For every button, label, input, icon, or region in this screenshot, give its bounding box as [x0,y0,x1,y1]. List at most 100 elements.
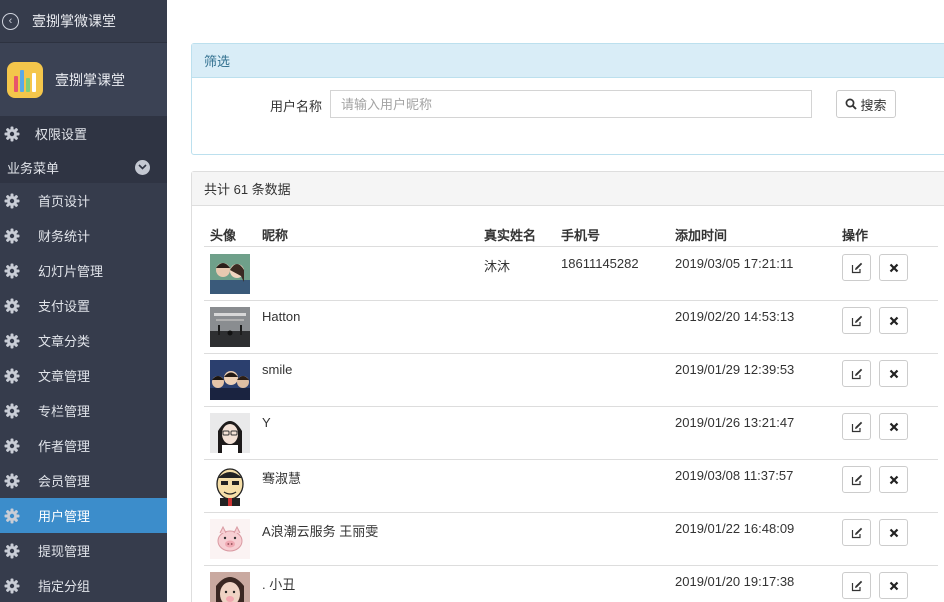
sidebar-item[interactable]: 文章管理 [0,358,167,393]
nickname-cell: 骞淑慧 [262,471,302,486]
edit-button[interactable] [842,466,871,493]
edit-button[interactable] [842,572,871,599]
gear-icon [4,543,20,559]
col-realname: 真实姓名 [484,228,537,243]
sidebar-item-label: 指定分组 [38,579,91,594]
close-icon [889,263,898,272]
gear-icon [4,298,20,314]
brand-name: 壹捌掌课堂 [55,71,125,88]
gear-icon [4,193,20,209]
realname-cell: 沐沐 [484,259,511,274]
gear-icon [4,578,20,594]
table-row: A浪潮云服务 王丽雯 2019/01/22 16:48:09 [204,513,938,566]
search-icon [846,98,858,110]
gear-icon [4,438,20,454]
username-label: 用户名称 [270,99,323,114]
phone-cell: 18611145282 [561,256,639,271]
added-time-cell: 2019/02/20 14:53:13 [675,309,795,324]
gear-icon [4,368,20,384]
edit-icon [851,368,862,379]
couple-photo-avatar [210,254,250,294]
sidebar-item[interactable]: 会员管理 [0,463,167,498]
table-row: smile 2019/01/29 12:39:53 [204,354,938,407]
edit-icon [851,527,862,538]
gear-icon [4,403,20,419]
gear-icon [4,126,20,142]
sidebar-section-business[interactable]: 业务菜单 [0,151,167,183]
table-header: 头像 昵称 真实姓名 手机号 添加时间 操作 [204,222,938,247]
added-time-cell: 2019/01/26 13:21:47 [675,415,795,430]
delete-button[interactable] [879,307,908,334]
sidebar-item-label: 会员管理 [38,474,91,489]
sidebar-item[interactable]: 作者管理 [0,428,167,463]
sidebar-item-label: 用户管理 [38,509,91,524]
nickname-cell: . 小丑 [262,577,296,592]
sidebar-item[interactable]: 首页设计 [0,183,167,218]
group-photo-avatar [210,360,250,400]
sidebar-item[interactable]: 文章分类 [0,323,167,358]
back-icon[interactable]: ‹ [2,12,19,30]
sidebar-item-label: 权限设置 [35,127,88,142]
edit-icon [851,580,862,591]
delete-button[interactable] [879,466,908,493]
sidebar-item-label: 作者管理 [38,439,91,454]
filter-panel-title: 筛选 [192,44,944,78]
sidebar-item-label: 财务统计 [38,229,91,244]
edit-button[interactable] [842,519,871,546]
search-button[interactable]: 搜索 [836,90,896,118]
nickname-cell: A浪潮云服务 王丽雯 [262,524,379,539]
brand-block: 壹捌掌课堂 [0,43,167,116]
sidebar-item-permissions[interactable]: 权限设置 [0,116,167,151]
edit-icon [851,315,862,326]
delete-button[interactable] [879,413,908,440]
filter-panel: 筛选 用户名称 搜索 [191,43,944,155]
edit-button[interactable] [842,360,871,387]
edit-icon [851,421,862,432]
sidebar-item[interactable]: 提现管理 [0,533,167,568]
edit-button[interactable] [842,413,871,440]
edit-button[interactable] [842,307,871,334]
gear-icon [4,228,20,244]
sidebar-item-label: 专栏管理 [38,404,91,419]
sidebar-item[interactable]: 指定分组 [0,568,167,602]
cartoon-man-avatar [210,466,250,506]
table-row: 骞淑慧 2019/03/08 11:37:57 [204,460,938,513]
close-icon [889,528,898,537]
sidebar-item[interactable]: 专栏管理 [0,393,167,428]
edit-button[interactable] [842,254,871,281]
delete-button[interactable] [879,572,908,599]
hall-photo-avatar [210,307,250,347]
sidebar-item-label: 提现管理 [38,544,91,559]
sidebar-item[interactable]: 财务统计 [0,218,167,253]
table-row: . 小丑 2019/01/20 19:17:38 [204,566,938,602]
girl-pig-filter-avatar [210,572,250,602]
sidebar-header: ‹ 壹捌掌微课堂 [0,0,167,43]
section-label: 业务菜单 [7,160,60,176]
sidebar-item-label: 支付设置 [38,299,91,314]
nickname-cell: Y [262,415,271,430]
app-title: 壹捌掌微课堂 [32,13,116,29]
col-nickname: 昵称 [262,228,289,243]
sidebar-item[interactable]: 用户管理 [0,498,167,533]
nickname-cell: smile [262,362,293,377]
record-count: 共计 61 条数据 [192,172,944,206]
main-content: 筛选 用户名称 搜索 共计 61 条数据 头像 昵称 真实姓名 手机号 添加时间… [167,0,944,602]
table-row: Y 2019/01/26 13:21:47 [204,407,938,460]
added-time-cell: 2019/01/20 19:17:38 [675,574,795,589]
added-time-cell: 2019/03/08 11:37:57 [675,468,794,483]
close-icon [889,316,898,325]
col-actions: 操作 [842,228,869,243]
sidebar-item[interactable]: 支付设置 [0,288,167,323]
sidebar-item-label: 文章管理 [38,369,91,384]
sidebar: ‹ 壹捌掌微课堂 壹捌掌课堂 权限设置 业务菜单 首页设计财务统计幻灯片管理支付… [0,0,167,602]
delete-button[interactable] [879,254,908,281]
sidebar-item-label: 文章分类 [38,334,91,349]
added-time-cell: 2019/01/22 16:48:09 [675,521,795,536]
sidebar-item-label: 首页设计 [38,194,91,209]
delete-button[interactable] [879,360,908,387]
sidebar-item[interactable]: 幻灯片管理 [0,253,167,288]
username-search-input[interactable] [330,90,812,118]
close-icon [889,475,898,484]
close-icon [889,422,898,431]
delete-button[interactable] [879,519,908,546]
